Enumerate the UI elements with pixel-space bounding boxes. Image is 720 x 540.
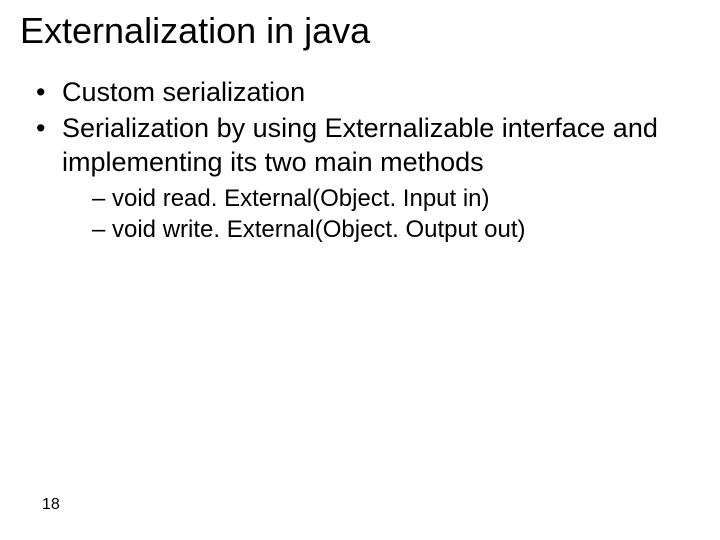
slide-title: Externalization in java	[20, 10, 700, 52]
sub-bullet-list: void read. External(Object. Input in) vo…	[62, 183, 700, 245]
sub-list-item: void write. External(Object. Output out)	[92, 214, 700, 245]
list-item-text: Serialization by using Externalizable in…	[62, 113, 658, 177]
sub-list-item: void read. External(Object. Input in)	[92, 183, 700, 214]
list-item: Custom serialization	[36, 76, 700, 110]
page-number: 18	[42, 496, 60, 514]
list-item: Serialization by using Externalizable in…	[36, 112, 700, 246]
bullet-list: Custom serialization Serialization by us…	[20, 76, 700, 246]
